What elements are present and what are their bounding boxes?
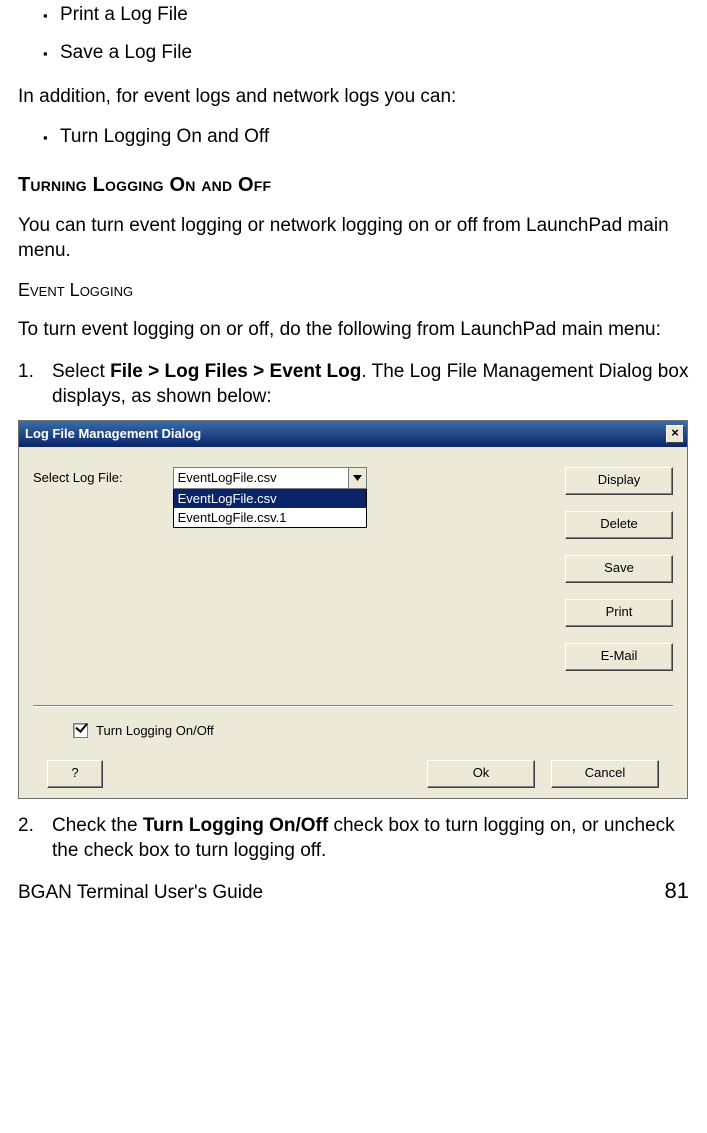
- select-log-file-label: Select Log File:: [33, 467, 123, 485]
- footer-page-number: 81: [665, 878, 689, 904]
- paragraph: You can turn event logging or network lo…: [18, 213, 689, 264]
- ok-button[interactable]: Ok: [427, 760, 535, 788]
- cancel-button[interactable]: Cancel: [551, 760, 659, 788]
- turn-logging-checkbox[interactable]: [73, 723, 88, 738]
- step-text: Check the Turn Logging On/Off check box …: [52, 813, 689, 864]
- log-file-combobox[interactable]: EventLogFile.csv: [173, 467, 367, 489]
- footer-doc-title: BGAN Terminal User's Guide: [18, 882, 263, 904]
- step-number: 2.: [18, 813, 52, 839]
- bullet-list-a: ▪ Print a Log File ▪ Save a Log File: [18, 4, 689, 66]
- chevron-down-icon: [353, 475, 362, 481]
- paragraph: In addition, for event logs and network …: [18, 84, 689, 110]
- step-number: 1.: [18, 359, 52, 385]
- combobox-option[interactable]: EventLogFile.csv: [174, 489, 366, 508]
- bullet-icon: ▪: [18, 4, 60, 28]
- combobox-listbox[interactable]: EventLogFile.csv EventLogFile.csv.1: [173, 489, 367, 528]
- bullet-text: Save a Log File: [60, 42, 192, 64]
- combobox-option[interactable]: EventLogFile.csv.1: [174, 508, 366, 527]
- email-button[interactable]: E-Mail: [565, 643, 673, 671]
- list-item: ▪ Print a Log File: [18, 4, 689, 28]
- paragraph: To turn event logging on or off, do the …: [18, 317, 689, 343]
- bullet-icon: ▪: [18, 42, 60, 66]
- numbered-step: 1. Select File > Log Files > Event Log. …: [18, 359, 689, 410]
- turn-logging-checkbox-label: Turn Logging On/Off: [96, 723, 214, 738]
- bullet-icon: ▪: [18, 126, 60, 150]
- section-heading: Turning Logging On and Off: [18, 174, 689, 197]
- subsection-heading: Event Logging: [18, 280, 689, 301]
- save-button[interactable]: Save: [565, 555, 673, 583]
- close-icon: ×: [671, 425, 679, 440]
- bullet-text: Turn Logging On and Off: [60, 126, 269, 148]
- page-footer: BGAN Terminal User's Guide 81: [18, 878, 689, 904]
- close-button[interactable]: ×: [666, 425, 684, 443]
- log-file-management-dialog: Log File Management Dialog × Select Log …: [18, 420, 688, 799]
- bullet-list-b: ▪ Turn Logging On and Off: [18, 126, 689, 150]
- dialog-title-text: Log File Management Dialog: [25, 426, 201, 441]
- combobox-value: EventLogFile.csv: [174, 468, 348, 488]
- help-button[interactable]: ?: [47, 760, 103, 788]
- step-text: Select File > Log Files > Event Log. The…: [52, 359, 689, 410]
- delete-button[interactable]: Delete: [565, 511, 673, 539]
- list-item: ▪ Save a Log File: [18, 42, 689, 66]
- display-button[interactable]: Display: [565, 467, 673, 495]
- numbered-step: 2. Check the Turn Logging On/Off check b…: [18, 813, 689, 864]
- divider: [33, 705, 673, 707]
- dialog-titlebar: Log File Management Dialog ×: [19, 421, 687, 447]
- combobox-dropdown-button[interactable]: [348, 468, 366, 488]
- list-item: ▪ Turn Logging On and Off: [18, 126, 689, 150]
- print-button[interactable]: Print: [565, 599, 673, 627]
- bullet-text: Print a Log File: [60, 4, 188, 26]
